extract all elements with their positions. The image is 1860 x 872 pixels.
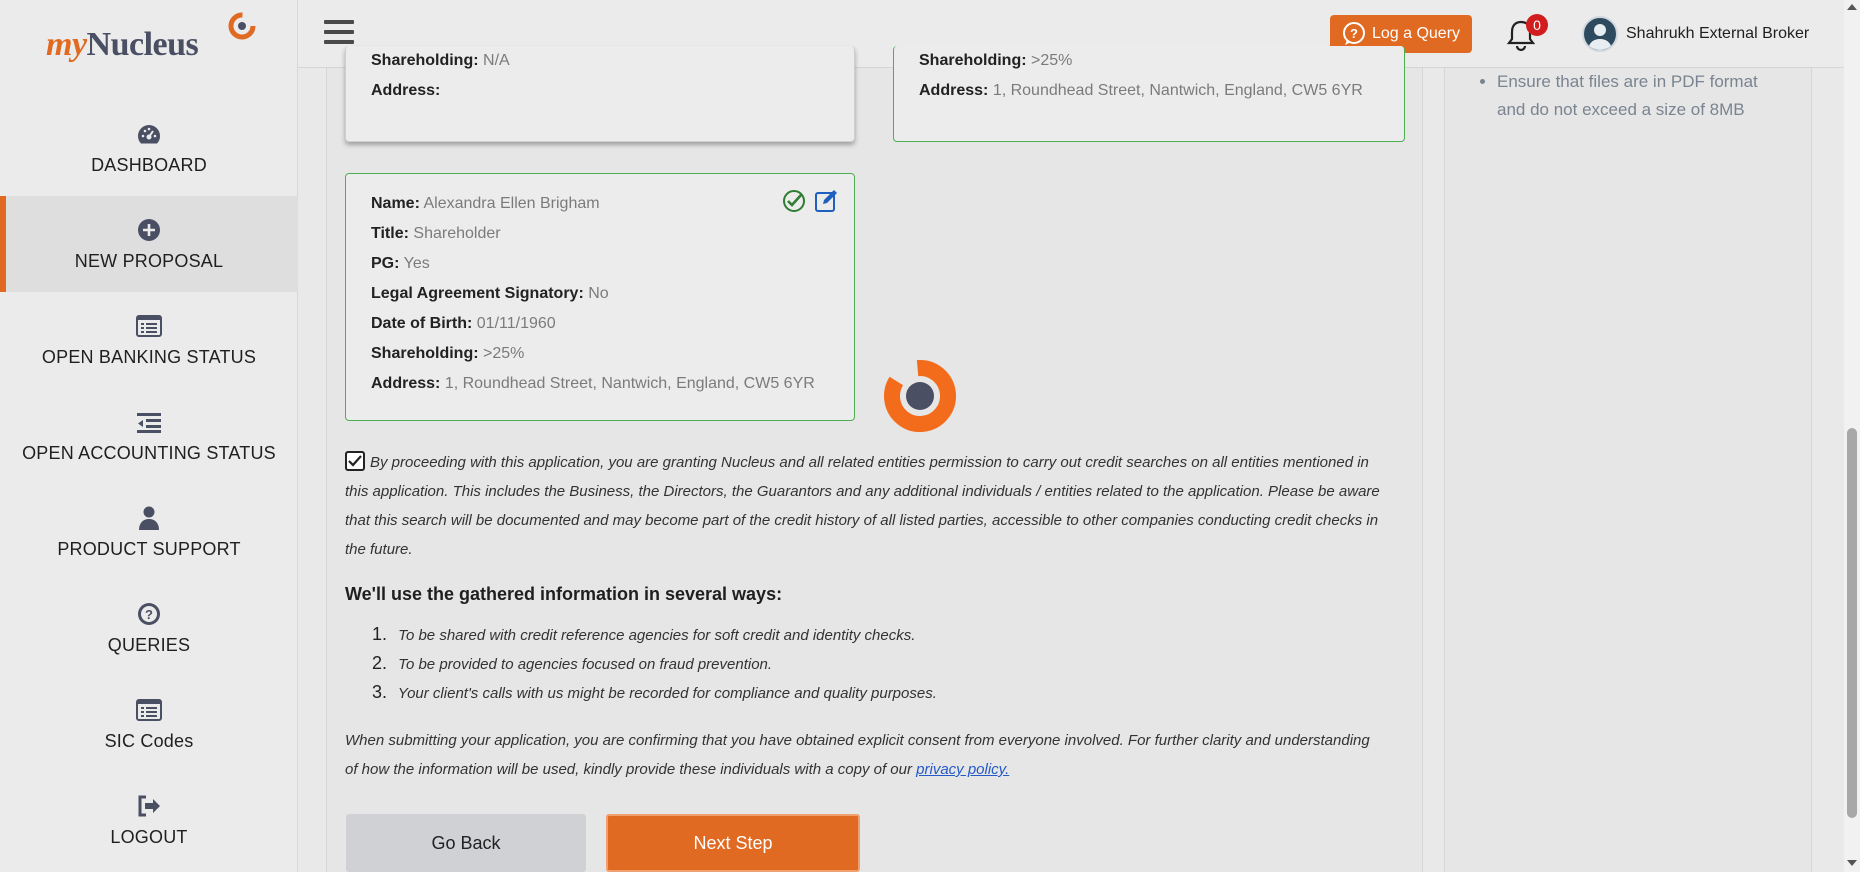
title-row: Title: Shareholder: [371, 225, 501, 242]
checkmark-icon: [348, 455, 362, 467]
dob-row: Date of Birth: 01/11/1960: [371, 315, 556, 332]
plus-circle-icon: [136, 217, 162, 243]
sidebar-item-dashboard[interactable]: DASHBOARD: [0, 100, 298, 196]
sidebar-item-queries[interactable]: ? QUERIES: [0, 580, 298, 676]
sidebar: myNucleus DASHBOARD NEW PROPOSAL OPEN BA…: [0, 0, 298, 872]
sidebar-item-open-accounting-status[interactable]: OPEN ACCOUNTING STATUS: [0, 388, 298, 484]
go-back-button[interactable]: Go Back: [346, 814, 586, 872]
list-window-icon: [136, 697, 162, 723]
submission-note: When submitting your application, you ar…: [345, 732, 1370, 778]
avatar: [1582, 16, 1618, 52]
sidebar-item-logout[interactable]: LOGOUT: [0, 772, 298, 868]
page-scrollbar[interactable]: [1844, 0, 1860, 872]
shareholding-row: Shareholding: >25%: [919, 52, 1073, 69]
consent-section: By proceeding with this application, you…: [345, 448, 1395, 564]
sidebar-item-product-support[interactable]: PRODUCT SUPPORT: [0, 484, 298, 580]
sidebar-item-label: DASHBOARD: [91, 154, 207, 175]
person-card-alexandra: Name: Alexandra Ellen Brigham Title: Sha…: [345, 173, 855, 421]
usage-list: 1. To be shared with credit reference ag…: [372, 620, 937, 707]
verified-check-icon[interactable]: [782, 189, 806, 213]
list-item: 2. To be provided to agencies focused on…: [372, 653, 773, 673]
log-query-label: Log a Query: [1371, 25, 1461, 42]
address-row: Address: 1, Roundhead Street, Nantwich, …: [919, 82, 1363, 99]
sidebar-item-new-proposal[interactable]: NEW PROPOSAL: [0, 196, 298, 292]
sidebar-item-label: OPEN BANKING STATUS: [41, 346, 257, 367]
usage-heading: We'll use the gathered information in se…: [345, 584, 783, 604]
question-circle-icon: ?: [136, 601, 162, 627]
sidebar-item-label: NEW PROPOSAL: [74, 250, 224, 271]
sidebar-item-open-banking-status[interactable]: OPEN BANKING STATUS: [0, 292, 298, 388]
list-item: Ensure that files are in PDF format and …: [1497, 68, 1781, 124]
sign-out-icon: [136, 793, 162, 819]
user-name: Shahrukh External Broker: [1626, 25, 1810, 42]
shareholding-row: Shareholding: >25%: [371, 345, 525, 362]
sidebar-nav: DASHBOARD NEW PROPOSAL OPEN BANKING STAT…: [0, 100, 298, 868]
guidance-panel: Ensure that files are in PDF format and …: [1444, 68, 1812, 872]
scroll-up-arrow-icon[interactable]: [1847, 4, 1857, 10]
next-step-button[interactable]: Next Step: [606, 814, 860, 872]
svg-text:?: ?: [1350, 26, 1358, 41]
sidebar-item-label: PRODUCT SUPPORT: [57, 538, 241, 559]
notification-count-badge: 0: [1526, 14, 1548, 36]
pg-row: PG: Yes: [371, 255, 430, 272]
question-chat-icon: ?: [1342, 22, 1365, 45]
sidebar-item-label: LOGOUT: [110, 826, 188, 847]
outdent-list-icon: [136, 409, 162, 435]
svg-text:?: ?: [145, 607, 153, 622]
menu-toggle-icon[interactable]: [324, 20, 354, 46]
notifications-bell-icon[interactable]: 0: [1506, 14, 1548, 52]
shareholding-row: Shareholding: N/A: [371, 52, 510, 69]
loading-spinner-icon: [884, 360, 956, 432]
logo-wordmark: myNucleus: [46, 26, 199, 63]
user-icon: [136, 505, 162, 531]
scrollbar-thumb[interactable]: [1847, 428, 1857, 818]
list-item: 1. To be shared with credit reference ag…: [372, 624, 916, 644]
user-menu[interactable]: Shahrukh External Broker: [1582, 14, 1809, 54]
guidance-list: Ensure that files are in PDF format and …: [1481, 68, 1781, 124]
address-row: Address:: [371, 82, 441, 99]
person-card: Shareholding: >25% Address: 1, Roundhead…: [893, 46, 1405, 142]
signatory-row: Legal Agreement Signatory: No: [371, 285, 609, 302]
list-window-icon: [136, 313, 162, 339]
sidebar-item-label: OPEN ACCOUNTING STATUS: [22, 442, 276, 463]
edit-icon[interactable]: [814, 189, 838, 213]
sidebar-item-label: QUERIES: [107, 634, 191, 655]
dashboard-gauge-icon: [136, 121, 162, 147]
person-card: Shareholding: N/A Address:: [345, 46, 855, 142]
consent-text: By proceeding with this application, you…: [345, 454, 1380, 558]
mynucleus-logo[interactable]: myNucleus: [46, 12, 266, 68]
consent-checkbox[interactable]: [345, 451, 365, 471]
sidebar-item-label: SIC Codes: [104, 730, 194, 751]
address-row: Address: 1, Roundhead Street, Nantwich, …: [371, 375, 815, 392]
card-actions: [782, 189, 838, 213]
scroll-down-arrow-icon[interactable]: [1847, 860, 1857, 866]
list-item: 3. Your client's calls with us might be …: [372, 682, 937, 702]
logo-mark-icon: [228, 12, 256, 40]
name-row: Name: Alexandra Ellen Brigham: [371, 195, 600, 212]
sidebar-item-sic-codes[interactable]: SIC Codes: [0, 676, 298, 772]
privacy-policy-link[interactable]: privacy policy.: [916, 761, 1009, 778]
